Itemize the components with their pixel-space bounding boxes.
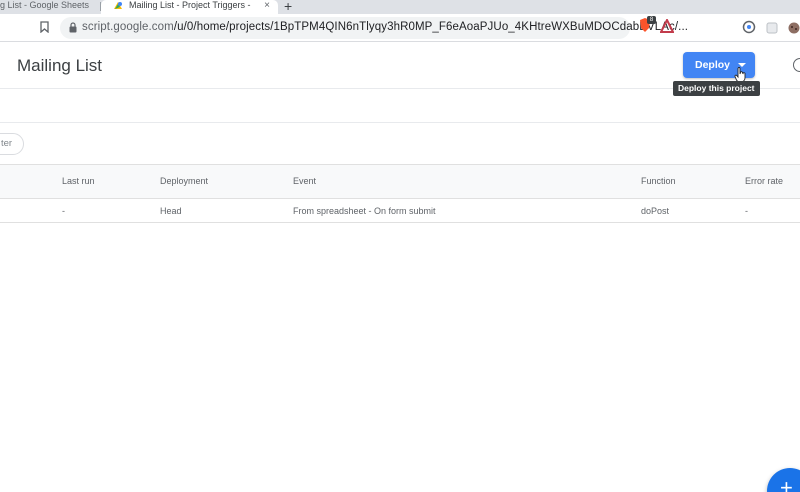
filter-chip[interactable]: ter bbox=[0, 133, 24, 155]
plus-icon: + bbox=[780, 475, 793, 492]
deploy-label: Deploy bbox=[695, 59, 731, 71]
lock-icon[interactable] bbox=[69, 22, 77, 33]
help-icon[interactable] bbox=[793, 58, 800, 72]
cell-deployment: Head bbox=[160, 206, 182, 216]
page-title: Mailing List bbox=[17, 56, 103, 75]
tab-close-icon[interactable]: × bbox=[264, 0, 270, 11]
url-text[interactable]: script.google.com/u/0/home/projects/1BpT… bbox=[82, 21, 688, 33]
filter-label: ter bbox=[1, 138, 13, 149]
profile-avatar-icon[interactable] bbox=[788, 22, 800, 34]
cell-event: From spreadsheet - On form submit bbox=[293, 206, 436, 216]
table-row[interactable]: - Head From spreadsheet - On form submit… bbox=[0, 199, 800, 223]
tab-project-triggers[interactable]: Mailing List - Project Triggers - × bbox=[101, 0, 278, 14]
tab-title: g List - Google Sheets bbox=[0, 0, 90, 10]
divider bbox=[0, 122, 800, 123]
tab-google-sheets[interactable]: g List - Google Sheets bbox=[0, 0, 100, 14]
column-header-last-run[interactable]: Last run bbox=[62, 176, 95, 186]
column-header-deployment[interactable]: Deployment bbox=[160, 176, 208, 186]
extension-icon[interactable] bbox=[742, 20, 756, 34]
bookmark-icon[interactable] bbox=[40, 21, 49, 33]
extension-badge: 8 bbox=[647, 16, 656, 24]
deploy-tooltip: Deploy this project bbox=[673, 81, 760, 96]
url-path: /u/0/home/projects/1BpTPM4QIN6nTlyqy3hR0… bbox=[173, 21, 689, 33]
tab-title: Mailing List - Project Triggers - bbox=[129, 0, 251, 10]
column-header-error-rate[interactable]: Error rate bbox=[745, 176, 783, 186]
cell-last-run: - bbox=[62, 206, 65, 216]
triggers-table-header: Last run Deployment Event Function Error… bbox=[0, 164, 800, 199]
cell-function: doPost bbox=[641, 206, 670, 216]
extension-icon-2[interactable] bbox=[766, 22, 778, 34]
address-bar[interactable]: script.google.com/u/0/home/projects/1BpT… bbox=[60, 17, 688, 39]
new-tab-button[interactable]: + bbox=[284, 0, 292, 14]
column-header-event[interactable]: Event bbox=[293, 176, 316, 186]
add-trigger-button[interactable]: + bbox=[767, 468, 800, 492]
cell-error-rate: - bbox=[745, 206, 748, 216]
apps-script-icon bbox=[114, 2, 122, 9]
browser-toolbar: script.google.com/u/0/home/projects/1BpT… bbox=[0, 14, 800, 42]
browser-tab-strip: g List - Google Sheets Mailing List - Pr… bbox=[0, 0, 800, 14]
url-host: script.google.com bbox=[82, 21, 174, 33]
column-header-function[interactable]: Function bbox=[641, 176, 676, 186]
brave-rewards-icon[interactable] bbox=[660, 19, 674, 33]
